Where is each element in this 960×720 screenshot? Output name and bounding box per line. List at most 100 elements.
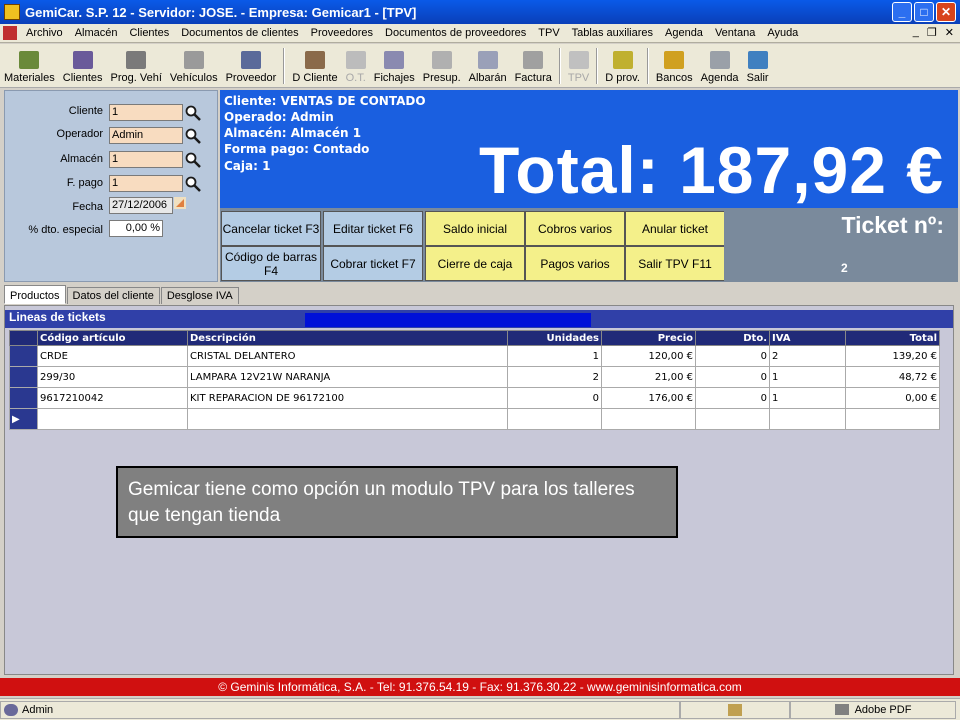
col-unidades[interactable]: Unidades: [507, 330, 602, 346]
cell-empty[interactable]: [187, 408, 508, 430]
charge-ticket-button[interactable]: Cobrar ticket F7: [323, 246, 423, 281]
table-row[interactable]: CRDE CRISTAL DELANTERO 1 120,00 € 0 2 13…: [9, 345, 940, 367]
table-row[interactable]: 299/30 LAMPARA 12V21W NARANJA 2 21,00 € …: [9, 366, 940, 388]
cell-dto[interactable]: 0: [695, 387, 770, 409]
misc-payments-button[interactable]: Pagos varios: [525, 246, 625, 281]
toolbar-button-salir[interactable]: Salir: [743, 45, 773, 87]
cell-descripcion[interactable]: CRISTAL DELANTERO: [187, 345, 508, 367]
toolbar-button-bancos[interactable]: Bancos: [652, 45, 697, 87]
almacen-field[interactable]: 1: [109, 151, 183, 168]
fecha-field[interactable]: 27/12/2006: [109, 197, 173, 214]
menu-documentos-clientes[interactable]: Documentos de clientes: [175, 27, 304, 39]
operador-field[interactable]: Admin: [109, 127, 183, 144]
dto-field[interactable]: 0,00 %: [109, 220, 163, 237]
barcode-button[interactable]: Código de barras F4: [221, 246, 321, 281]
toolbar-button-agenda[interactable]: Agenda: [697, 45, 743, 87]
cell-unidades[interactable]: 0: [507, 387, 602, 409]
calendar-icon[interactable]: [174, 197, 186, 209]
cell-empty[interactable]: [695, 408, 770, 430]
cell-empty[interactable]: [769, 408, 846, 430]
tab-desglose-iva[interactable]: Desglose IVA: [160, 287, 239, 304]
row-selector[interactable]: [9, 387, 38, 409]
toolbar-button-fichajes[interactable]: Fichajes: [370, 45, 419, 87]
search-icon[interactable]: [185, 152, 201, 168]
table-row[interactable]: 9617210042 KIT REPARACION DE 96172100 0 …: [9, 387, 940, 409]
cell-precio[interactable]: 176,00 €: [601, 387, 696, 409]
col-total[interactable]: Total: [845, 330, 940, 346]
row-selector[interactable]: [9, 345, 38, 367]
child-close-button[interactable]: ✕: [945, 26, 954, 39]
cell-dto[interactable]: 0: [695, 366, 770, 388]
toolbar-button-tpv[interactable]: TPV: [564, 45, 593, 87]
col-iva[interactable]: IVA: [769, 330, 846, 346]
cell-empty[interactable]: [507, 408, 602, 430]
toolbar-button-clientes[interactable]: Clientes: [59, 45, 107, 87]
menu-tablas-auxiliares[interactable]: Tablas auxiliares: [566, 27, 659, 39]
menu-ventana[interactable]: Ventana: [709, 27, 761, 39]
cell-descripcion[interactable]: LAMPARA 12V21W NARANJA: [187, 366, 508, 388]
cell-precio[interactable]: 120,00 €: [601, 345, 696, 367]
menu-archivo[interactable]: Archivo: [20, 27, 69, 39]
mdi-child-icon[interactable]: [3, 26, 17, 40]
cell-codigo[interactable]: 9617210042: [37, 387, 188, 409]
void-ticket-button[interactable]: Anular ticket: [625, 211, 725, 246]
tab-productos[interactable]: Productos: [4, 285, 66, 304]
minimize-button[interactable]: _: [892, 2, 912, 22]
edit-ticket-button[interactable]: Editar ticket F6: [323, 211, 423, 246]
col-codigo[interactable]: Código artículo: [37, 330, 188, 346]
cell-empty[interactable]: [37, 408, 188, 430]
cell-empty[interactable]: [845, 408, 940, 430]
new-row-pointer-icon[interactable]: ▶: [9, 408, 38, 430]
menu-ayuda[interactable]: Ayuda: [761, 27, 804, 39]
col-precio[interactable]: Precio: [601, 330, 696, 346]
cell-total[interactable]: 0,00 €: [845, 387, 940, 409]
maximize-button[interactable]: □: [914, 2, 934, 22]
cell-iva[interactable]: 1: [769, 387, 846, 409]
col-dto[interactable]: Dto.: [695, 330, 770, 346]
cancel-ticket-button[interactable]: Cancelar ticket F3: [221, 211, 321, 246]
cell-codigo[interactable]: CRDE: [37, 345, 188, 367]
menu-tpv[interactable]: TPV: [532, 27, 565, 39]
cell-dto[interactable]: 0: [695, 345, 770, 367]
row-selector[interactable]: [9, 366, 38, 388]
cell-unidades[interactable]: 2: [507, 366, 602, 388]
menu-almacen[interactable]: Almacén: [69, 27, 124, 39]
toolbar-button-d-cliente[interactable]: D Cliente: [288, 45, 341, 87]
cell-iva[interactable]: 1: [769, 366, 846, 388]
search-icon[interactable]: [185, 128, 201, 144]
search-icon[interactable]: [185, 176, 201, 192]
toolbar-button-materiales[interactable]: Materiales: [0, 45, 59, 87]
search-icon[interactable]: [185, 105, 201, 121]
cell-iva[interactable]: 2: [769, 345, 846, 367]
child-minimize-button[interactable]: _: [913, 26, 919, 39]
close-register-button[interactable]: Cierre de caja: [425, 246, 525, 281]
tab-datos-cliente[interactable]: Datos del cliente: [66, 287, 160, 304]
cell-total[interactable]: 48,72 €: [845, 366, 940, 388]
cell-descripcion[interactable]: KIT REPARACION DE 96172100: [187, 387, 508, 409]
toolbar-button-proveedor[interactable]: Proveedor: [222, 45, 281, 87]
toolbar-button-d-prov-[interactable]: D prov.: [601, 45, 644, 87]
menu-documentos-proveedores[interactable]: Documentos de proveedores: [379, 27, 532, 39]
toolbar-button-albar-n[interactable]: Albarán: [465, 45, 511, 87]
cliente-field[interactable]: 1: [109, 104, 183, 121]
cell-unidades[interactable]: 1: [507, 345, 602, 367]
cell-precio[interactable]: 21,00 €: [601, 366, 696, 388]
col-descripcion[interactable]: Descripción: [187, 330, 508, 346]
toolbar-button-o-t-[interactable]: O.T.: [342, 45, 370, 87]
child-restore-button[interactable]: ❐: [927, 26, 937, 39]
initial-balance-button[interactable]: Saldo inicial: [425, 211, 525, 246]
fpago-field[interactable]: 1: [109, 175, 183, 192]
toolbar-button-prog-veh-[interactable]: Prog. Vehí: [107, 45, 166, 87]
close-button[interactable]: ✕: [936, 2, 956, 22]
menu-agenda[interactable]: Agenda: [659, 27, 709, 39]
toolbar-button-veh-culos[interactable]: Vehículos: [166, 45, 222, 87]
cell-total[interactable]: 139,20 €: [845, 345, 940, 367]
cell-codigo[interactable]: 299/30: [37, 366, 188, 388]
table-row-new[interactable]: ▶: [9, 408, 940, 430]
misc-collections-button[interactable]: Cobros varios: [525, 211, 625, 246]
toolbar-button-factura[interactable]: Factura: [511, 45, 556, 87]
menu-proveedores[interactable]: Proveedores: [305, 27, 379, 39]
menu-clientes[interactable]: Clientes: [123, 27, 175, 39]
cell-empty[interactable]: [601, 408, 696, 430]
toolbar-button-presup-[interactable]: Presup.: [419, 45, 465, 87]
